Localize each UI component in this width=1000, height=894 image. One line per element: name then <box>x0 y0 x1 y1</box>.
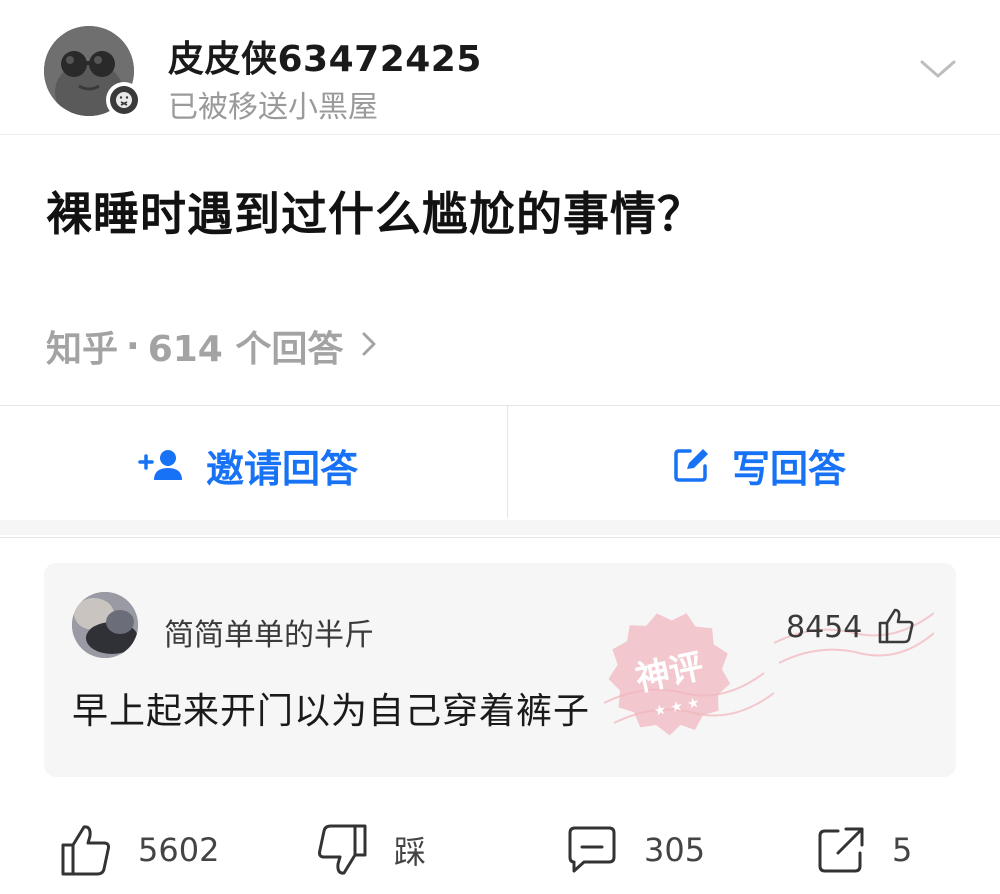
answer-count: 614 个回答 <box>147 329 344 370</box>
comment-count: 305 <box>644 831 706 869</box>
hot-comment-stamp: 神评 ★ ★ ★ <box>595 600 745 754</box>
thumbs-up-icon[interactable] <box>876 606 916 650</box>
chevron-down-icon[interactable] <box>918 56 958 84</box>
hot-comment-card[interactable] <box>44 563 956 777</box>
banned-badge-icon <box>106 82 142 118</box>
dislike-label: 踩 <box>394 833 427 871</box>
divider <box>0 405 1000 406</box>
comment-text: 早上起来开门以为自己穿着裤子 <box>72 691 591 732</box>
meta-separator: · <box>126 325 140 367</box>
like-count: 5602 <box>138 831 220 869</box>
chevron-right-icon <box>361 326 377 366</box>
thumbs-down-icon <box>318 824 367 875</box>
add-user-icon <box>138 450 182 480</box>
comment-avatar[interactable] <box>72 592 138 658</box>
edit-icon <box>674 449 708 482</box>
share-count: 5 <box>892 831 913 869</box>
write-answer-label: 写回答 <box>732 446 847 491</box>
share-button[interactable]: 5 <box>816 820 912 880</box>
like-button[interactable]: 5602 <box>60 820 219 880</box>
comment-icon <box>568 826 616 873</box>
invite-answer-label: 邀请回答 <box>206 446 359 491</box>
comment-like-count: 8454 <box>786 610 863 645</box>
comment-author[interactable]: 简简单单的半斤 <box>164 610 374 654</box>
divider <box>507 406 508 518</box>
user-status: 已被移送小黑屋 <box>168 90 378 125</box>
comment-button[interactable]: 305 <box>566 820 705 880</box>
question-title[interactable]: 裸睡时遇到过什么尴尬的事情？ <box>46 178 704 244</box>
dislike-button[interactable]: 踩 <box>316 820 426 880</box>
user-avatar[interactable] <box>44 26 142 118</box>
divider <box>0 520 1000 535</box>
invite-answer-button[interactable]: 邀请回答 <box>138 440 359 491</box>
thumbs-up-icon <box>61 825 110 876</box>
share-icon <box>818 827 864 873</box>
write-answer-button[interactable]: 写回答 <box>672 440 847 491</box>
source-label: 知乎 <box>46 329 119 370</box>
question-meta[interactable]: 知乎 · 614 个回答 <box>46 320 377 372</box>
username[interactable]: 皮皮侠63472425 <box>168 30 482 82</box>
